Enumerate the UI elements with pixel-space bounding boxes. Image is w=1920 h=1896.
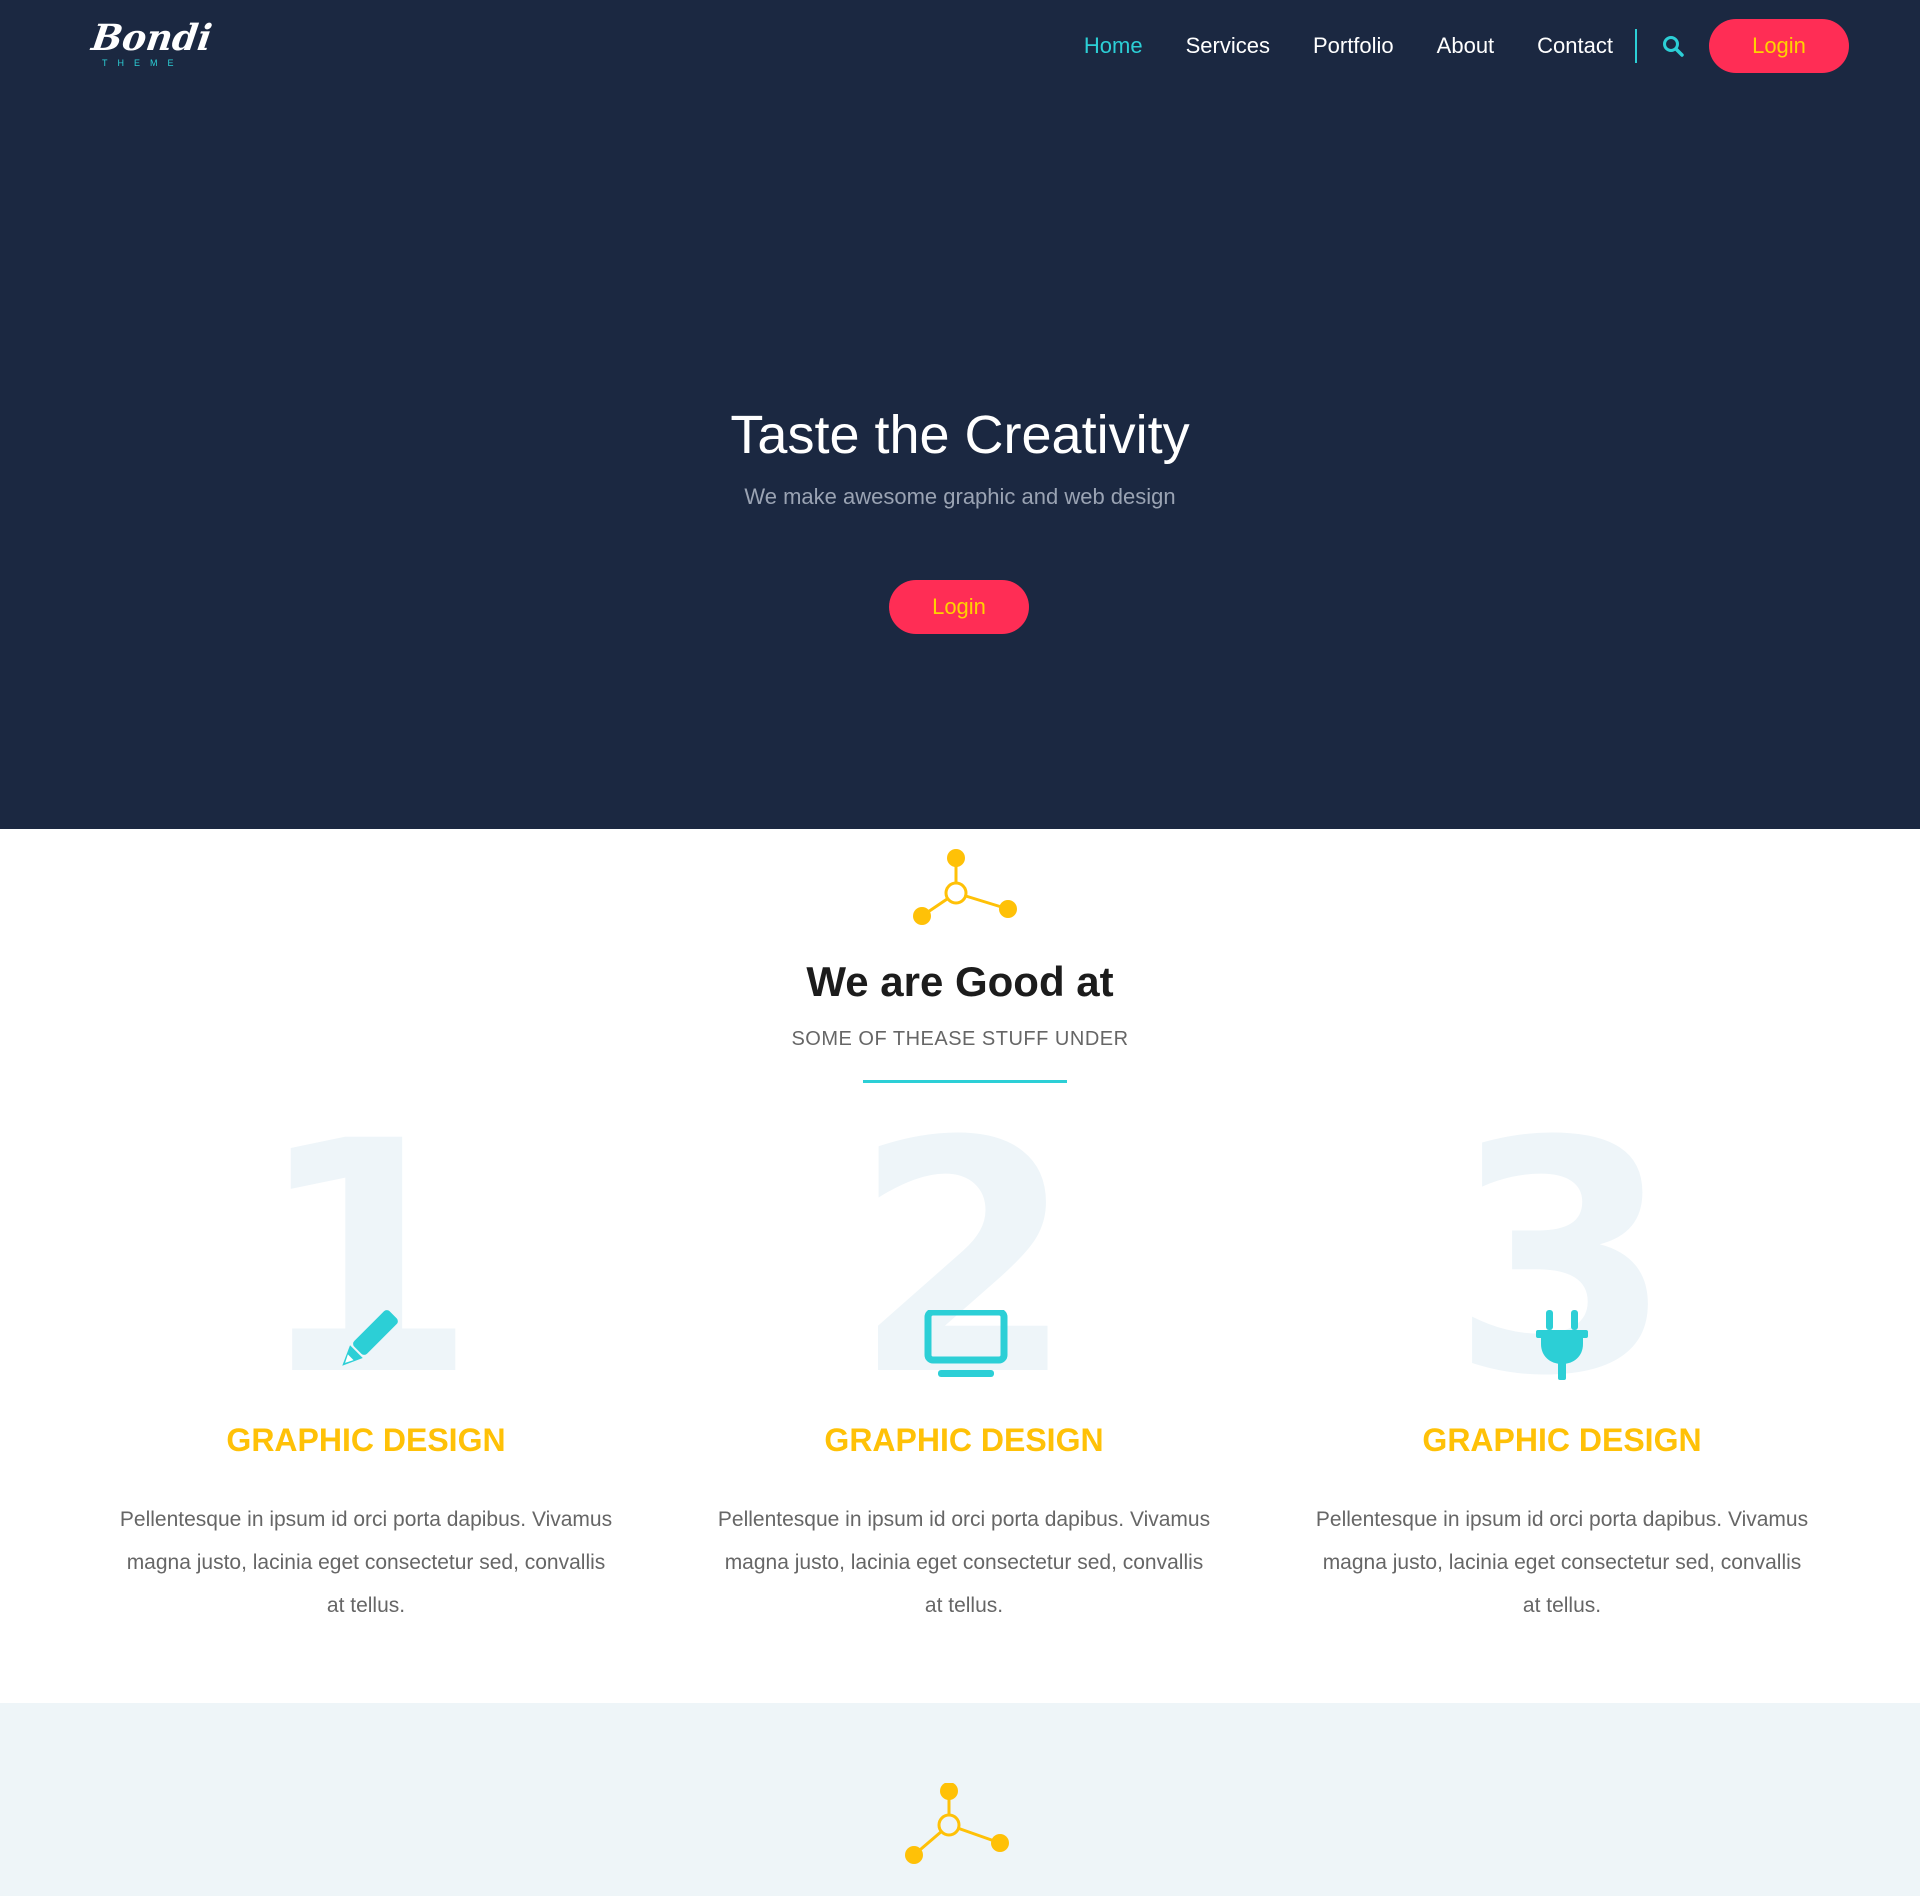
service-card: 2 GRAPHIC DESIGN Pellentesque in ipsum i… [684,1100,1244,1630]
card-text: Pellentesque in ipsum id orci porta dapi… [119,1508,613,1617]
nav-item-portfolio[interactable]: Portfolio [1313,33,1394,59]
hero-title: Taste the Creativity [730,405,1190,465]
plug-icon [1536,1310,1588,1380]
login-button-hero[interactable]: Login [889,580,1029,634]
services-title: We are Good at [806,958,1114,1005]
card-title: GRAPHIC DESIGN [1422,1422,1702,1458]
pencil-icon [342,1310,398,1366]
molecule-icon [913,849,1017,925]
next-section [0,1703,1920,1896]
nav-item-about[interactable]: About [1437,33,1495,59]
nav-divider [1635,29,1637,63]
brand-logo[interactable]: Bondi THEME [89,17,215,74]
card-text: Pellentesque in ipsum id orci porta dapi… [1315,1508,1809,1617]
card-text: Pellentesque in ipsum id orci porta dapi… [717,1508,1211,1617]
brand-name: Bondi [89,17,215,59]
nav-item-contact[interactable]: Contact [1537,33,1613,59]
search-icon[interactable] [1659,32,1687,60]
main-nav: Home Services Portfolio About Contact Lo… [1041,18,1849,74]
monitor-icon [924,1310,1008,1377]
nav-item-services[interactable]: Services [1186,33,1270,59]
molecule-icon [905,1783,1009,1864]
card-title: GRAPHIC DESIGN [226,1422,506,1458]
service-card: 3 GRAPHIC DESIGN Pellentesque in ipsum i… [1282,1100,1842,1630]
brand-tagline: THEME [102,58,184,68]
hero-section: Bondi THEME Home Services Portfolio Abou… [0,0,1920,829]
services-subtitle: SOME OF THEASE STUFF UNDER [791,1028,1129,1050]
hero-subtitle: We make awesome graphic and web design [744,484,1176,509]
card-title: GRAPHIC DESIGN [824,1422,1104,1458]
login-button-header[interactable]: Login [1709,19,1849,73]
service-card: 1 GRAPHIC DESIGN Pellentesque in ipsum i… [86,1100,646,1630]
nav-item-home[interactable]: Home [1084,33,1143,59]
